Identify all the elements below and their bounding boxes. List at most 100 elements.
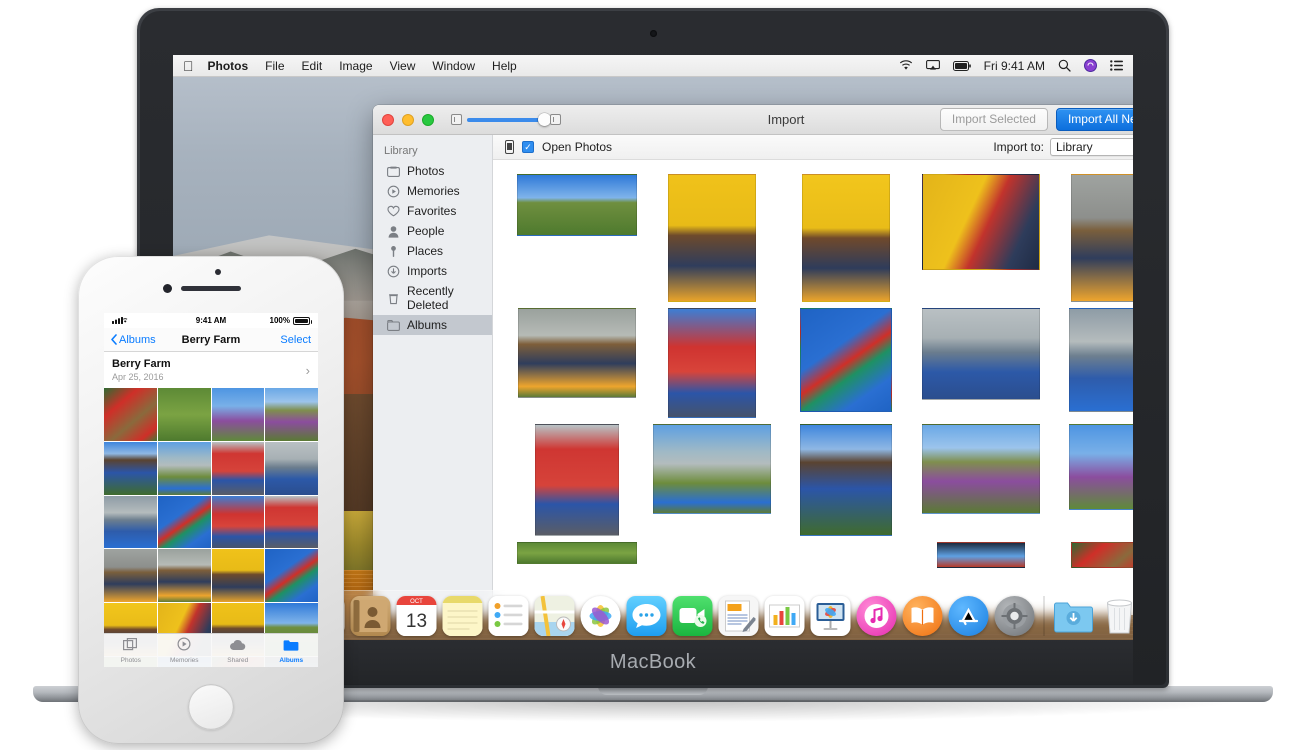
photo-thumbnail-strawberry-basket[interactable]	[800, 308, 892, 412]
iphone-photo-thumbnail[interactable]	[265, 388, 318, 441]
import-to-dropdown[interactable]: Library ▲▼	[1050, 138, 1133, 156]
thumbnail-zoom-slider[interactable]	[451, 114, 561, 125]
dock-item-photos[interactable]	[581, 596, 621, 636]
photos-sidebar[interactable]: Library Photos	[373, 135, 493, 615]
menu-item-edit[interactable]: Edit	[302, 59, 323, 73]
apple-menu-icon[interactable]: 	[183, 59, 194, 73]
photo-thumbnail-boy-yellow-bus-1[interactable]	[668, 174, 756, 302]
iphone-tab-memories[interactable]: Memories	[158, 637, 212, 664]
import-selected-button[interactable]: Import Selected	[940, 108, 1048, 131]
photo-thumbnail-green-field-partial[interactable]	[517, 542, 637, 564]
iphone-photo-thumbnail[interactable]	[104, 496, 157, 549]
photo-thumbnail-purple-wildflowers[interactable]	[922, 424, 1040, 514]
select-button[interactable]: Select	[280, 334, 311, 346]
macos-menu-bar[interactable]:  Photos File Edit Image View Window Hel…	[173, 55, 1133, 77]
dock-item-calendar[interactable]: OCT13	[397, 596, 437, 636]
photo-thumbnail-berry-crates-partial[interactable]	[1071, 542, 1133, 568]
dock-item-maps[interactable]	[535, 596, 575, 636]
zoom-slider-track[interactable]	[467, 118, 545, 122]
menu-item-window[interactable]: Window	[432, 59, 475, 73]
menu-item-file[interactable]: File	[265, 59, 284, 73]
dock-item-notes[interactable]	[443, 596, 483, 636]
dock-item-downloads-folder[interactable]	[1054, 596, 1094, 636]
sidebar-item-imports[interactable]: Imports	[373, 261, 492, 281]
menu-item-help[interactable]: Help	[492, 59, 517, 73]
wifi-icon[interactable]	[899, 60, 913, 71]
photo-thumbnail-boy-with-jacket[interactable]	[518, 308, 636, 398]
menu-item-image[interactable]: Image	[339, 59, 372, 73]
sidebar-item-recently-deleted[interactable]: Recently Deleted	[373, 281, 492, 315]
siri-icon[interactable]	[1084, 59, 1097, 72]
photo-thumbnail-woman-in-berry-field[interactable]	[800, 424, 892, 536]
photo-thumbnail-family-strawberry-mural[interactable]	[668, 308, 756, 418]
import-options-bar[interactable]: ✓ Open Photos Import to: Library ▲▼	[493, 135, 1133, 160]
window-traffic-lights[interactable]	[382, 114, 434, 126]
small-thumbnails-icon[interactable]	[451, 114, 462, 125]
dock-item-messages[interactable]	[627, 596, 667, 636]
photo-thumbnail-picnic-by-shed[interactable]	[653, 424, 771, 514]
airplay-icon[interactable]	[926, 60, 940, 71]
dock-item-numbers[interactable]	[765, 596, 805, 636]
import-photo-grid[interactable]	[493, 160, 1133, 615]
menu-item-view[interactable]: View	[390, 59, 416, 73]
iphone-photo-thumbnail[interactable]	[158, 388, 211, 441]
minimize-button[interactable]	[402, 114, 414, 126]
dock-item-pages[interactable]	[719, 596, 759, 636]
import-all-new-items-button[interactable]: Import All New Items	[1056, 108, 1133, 131]
iphone-photo-thumbnail[interactable]	[265, 442, 318, 495]
iphone-photo-thumbnail[interactable]	[212, 388, 265, 441]
dock-item-reminders[interactable]	[489, 596, 529, 636]
iphone-photo-thumbnail[interactable]	[212, 549, 265, 602]
photo-thumbnail-boy-eating-strawberry[interactable]	[922, 174, 1040, 270]
sidebar-item-albums[interactable]: Albums	[373, 315, 492, 335]
window-titlebar[interactable]: Import Import Selected Import All New It…	[373, 105, 1133, 135]
battery-icon[interactable]	[953, 61, 971, 71]
menu-bar-clock[interactable]: Fri 9:41 AM	[984, 59, 1045, 73]
zoom-button[interactable]	[422, 114, 434, 126]
iphone-tab-shared[interactable]: Shared	[211, 638, 265, 664]
sidebar-item-photos[interactable]: Photos	[373, 161, 492, 181]
iphone-photo-thumbnail[interactable]	[265, 496, 318, 549]
iphone-photo-thumbnail[interactable]	[104, 442, 157, 495]
photo-thumbnail-strawberry-hat-partial[interactable]	[937, 542, 1025, 568]
photos-import-window[interactable]: Import Import Selected Import All New It…	[373, 105, 1133, 615]
dock-item-itunes[interactable]	[857, 596, 897, 636]
iphone-photo-thumbnail[interactable]	[212, 442, 265, 495]
home-button[interactable]	[188, 684, 234, 730]
large-thumbnails-icon[interactable]	[550, 114, 561, 125]
dock-item-contacts[interactable]	[351, 596, 391, 636]
iphone-photo-thumbnail[interactable]	[158, 496, 211, 549]
dock-item-app-store[interactable]	[949, 596, 989, 636]
iphone-photo-thumbnail[interactable]	[265, 549, 318, 602]
photo-thumbnail-boy-by-barn[interactable]	[1071, 174, 1133, 302]
notification-center-icon[interactable]	[1110, 60, 1123, 71]
iphone-tab-photos[interactable]: Photos	[104, 638, 158, 664]
photo-thumbnail-mother-and-child-hug[interactable]	[922, 308, 1040, 400]
dock-item-ibooks[interactable]	[903, 596, 943, 636]
photo-thumbnail-wildflowers-sky[interactable]	[1069, 424, 1133, 510]
sidebar-item-memories[interactable]: Memories	[373, 181, 492, 201]
iphone-tab-bar[interactable]: PhotosMemoriesSharedAlbums	[104, 633, 318, 667]
dock-item-keynote[interactable]	[811, 596, 851, 636]
dock-item-facetime[interactable]	[673, 596, 713, 636]
photo-thumbnail-field-landscape[interactable]	[517, 174, 637, 236]
photo-thumbnail-woman-strawberry-mural[interactable]	[535, 424, 619, 536]
iphone-photo-thumbnail[interactable]	[158, 549, 211, 602]
iphone-tab-albums[interactable]: Albums	[265, 638, 319, 664]
sidebar-item-favorites[interactable]: Favorites	[373, 201, 492, 221]
iphone-photo-thumbnail[interactable]	[158, 442, 211, 495]
iphone-photo-grid[interactable]	[104, 388, 318, 667]
close-button[interactable]	[382, 114, 394, 126]
dock-item-trash[interactable]	[1100, 596, 1134, 636]
photo-thumbnail-mother-and-child-hug-2[interactable]	[1069, 308, 1133, 412]
dock-item-system-preferences[interactable]	[995, 596, 1035, 636]
menu-item-photos[interactable]: Photos	[208, 59, 249, 73]
iphone-nav-bar[interactable]: Albums Berry Farm Select	[104, 328, 318, 352]
photo-thumbnail-boy-yellow-bus-2[interactable]	[802, 174, 890, 302]
sidebar-item-people[interactable]: People	[373, 221, 492, 241]
open-photos-checkbox[interactable]: ✓	[522, 141, 534, 153]
spotlight-search-icon[interactable]	[1058, 59, 1071, 72]
album-header-row[interactable]: Berry Farm Apr 25, 2016 ›	[104, 352, 318, 388]
sidebar-item-places[interactable]: Places	[373, 241, 492, 261]
iphone-photo-thumbnail[interactable]	[104, 549, 157, 602]
